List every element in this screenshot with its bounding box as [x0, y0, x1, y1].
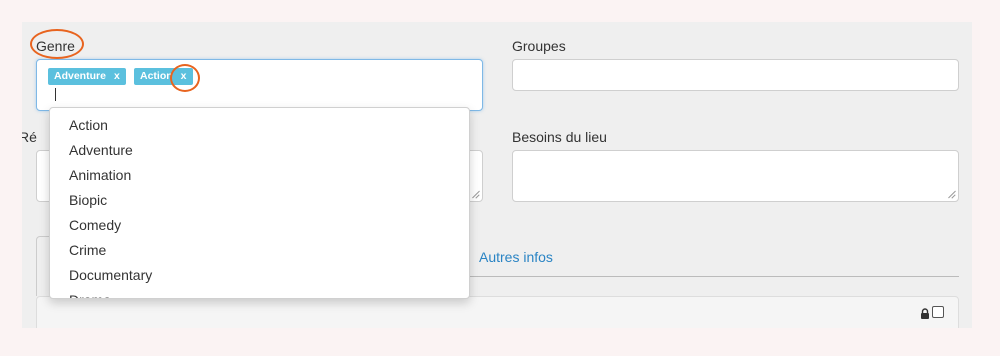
dropdown-option[interactable]: Drama	[50, 288, 469, 298]
groupes-label: Groupes	[512, 38, 566, 54]
groupes-input[interactable]	[512, 59, 959, 91]
dropdown-option[interactable]: Crime	[50, 238, 469, 263]
realisation-label: Ré	[22, 129, 37, 145]
dropdown-option[interactable]: Animation	[50, 163, 469, 188]
dropdown-option[interactable]: Action	[50, 113, 469, 138]
dropdown-option[interactable]: Comedy	[50, 213, 469, 238]
section-panel	[36, 296, 959, 328]
genre-tag-adventure: Adventure x	[48, 68, 126, 85]
besoins-label: Besoins du lieu	[512, 129, 607, 145]
resize-handle[interactable]	[471, 190, 479, 198]
dropdown-option[interactable]: Biopic	[50, 188, 469, 213]
genre-tag-input[interactable]: Adventure x Action x	[36, 59, 483, 111]
genre-dropdown: Action Adventure Animation Biopic Comedy…	[49, 107, 470, 299]
highlight-ring-genre	[30, 29, 84, 59]
tag-label: Action	[140, 70, 173, 82]
dropdown-option[interactable]: Adventure	[50, 138, 469, 163]
dropdown-option[interactable]: Documentary	[50, 263, 469, 288]
text-caret	[55, 88, 56, 101]
besoins-textarea[interactable]	[512, 150, 959, 202]
section-checkbox[interactable]	[932, 306, 944, 318]
tag-remove-button[interactable]: x	[114, 70, 120, 82]
tab-autres-infos[interactable]: Autres infos	[479, 249, 553, 265]
lock-icon	[921, 308, 929, 319]
resize-handle[interactable]	[947, 190, 955, 198]
tag-label: Adventure	[54, 70, 106, 82]
highlight-ring-remove	[170, 64, 200, 92]
